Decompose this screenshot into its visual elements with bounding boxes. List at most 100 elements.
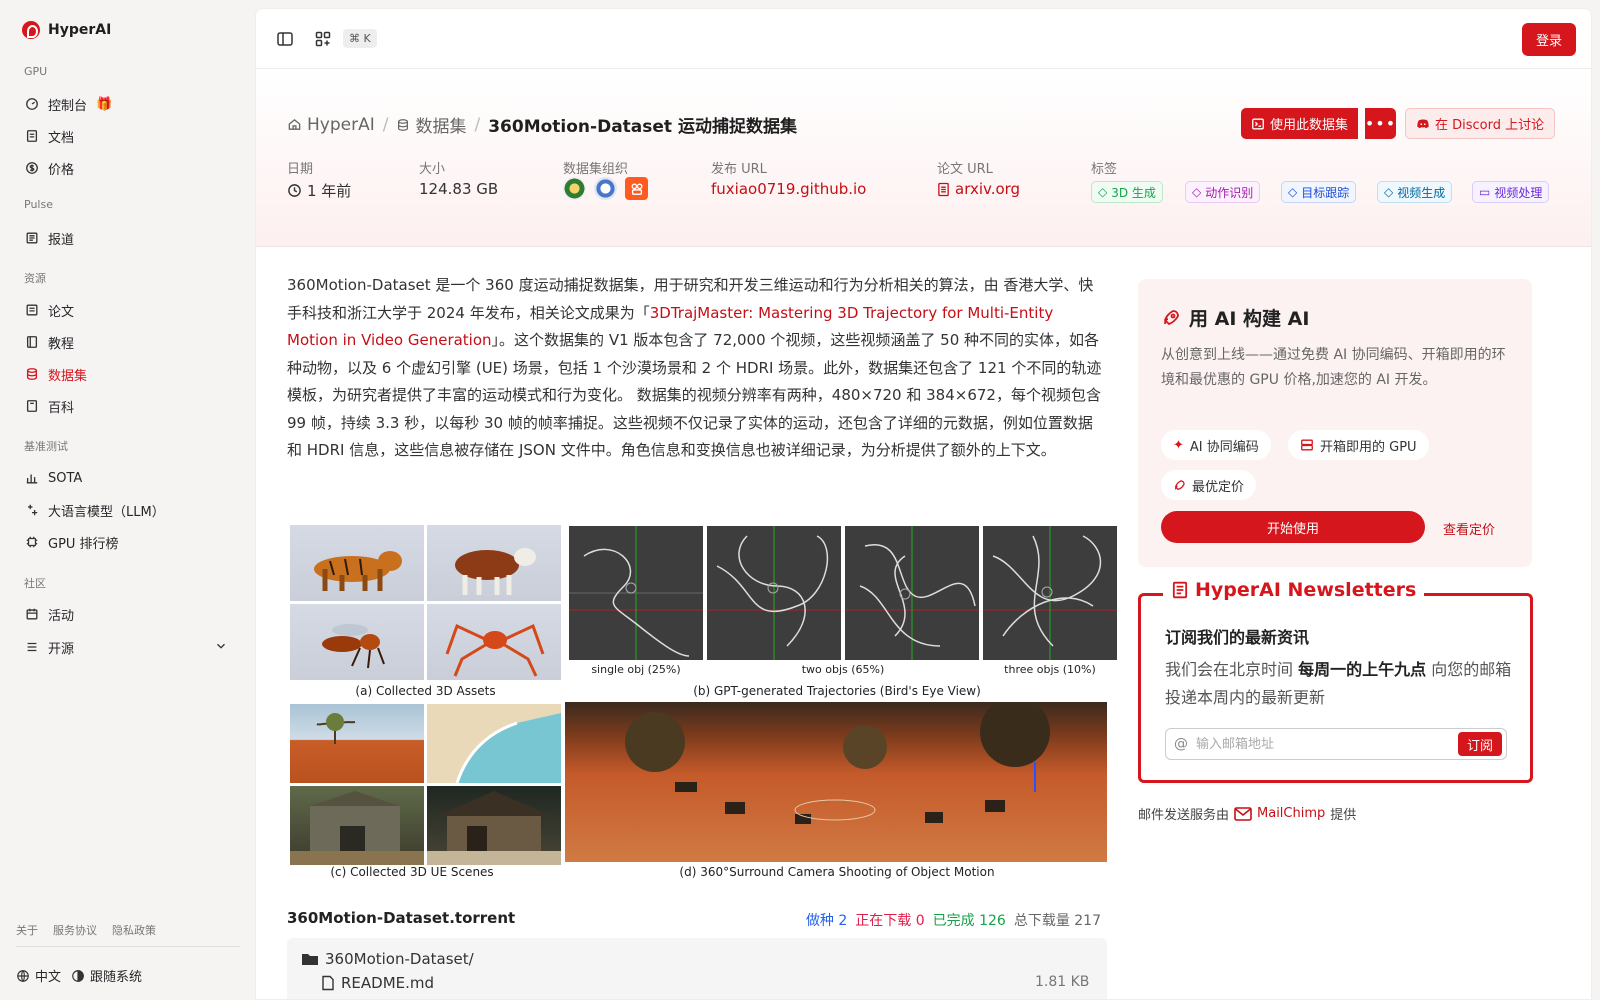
theme-icon: [72, 969, 84, 982]
sidebar-item-pricing[interactable]: 价格: [16, 154, 238, 182]
figure-caption-c: (c) Collected 3D UE Scenes: [330, 865, 494, 879]
breadcrumb: HyperAI / 数据集 / 360Motion-Dataset 运动捕捉数据…: [287, 112, 797, 137]
tag-action-recognition[interactable]: ◇ 动作识别: [1185, 181, 1261, 203]
torrent-stats: 做种 2 正在下载 0 已完成 126 总下载量 217: [806, 910, 1101, 930]
sidebar-item-docs[interactable]: 文档: [16, 122, 238, 150]
sidebar-item-news[interactable]: 报道: [16, 224, 238, 252]
privacy-link[interactable]: 隐私政策: [112, 922, 156, 938]
document-icon: [25, 129, 39, 143]
scene-desert: [290, 704, 424, 783]
get-started-button[interactable]: 开始使用: [1161, 511, 1425, 543]
sidebar-item-label: 数据集: [48, 368, 88, 384]
scene-house: [427, 786, 561, 865]
file-text-icon: [938, 182, 949, 196]
section-benchmarks: 基准测试: [24, 440, 68, 453]
server-icon: [1301, 439, 1313, 451]
toggle-sidebar-button[interactable]: [274, 28, 296, 50]
tag-object-tracking[interactable]: ◇ 目标跟踪: [1281, 181, 1357, 203]
chip-gpu[interactable]: 开箱即用的 GPU: [1288, 430, 1429, 460]
total-downloads: 总下载量 217: [1013, 913, 1101, 929]
chip-best-price[interactable]: 最优定价: [1161, 470, 1257, 500]
sidebar-item-llm[interactable]: 大语言模型（LLM）: [16, 496, 238, 524]
email-field-wrapper: @ 订阅: [1165, 728, 1507, 760]
mailchimp-link[interactable]: MailChimp: [1234, 806, 1325, 821]
tag-3d-generation[interactable]: ◇ 3D 生成: [1091, 181, 1163, 203]
terms-link[interactable]: 服务协议: [53, 922, 97, 938]
scene-beach: [427, 704, 561, 784]
newspaper-icon: [1172, 581, 1188, 599]
ai-card-description: 从创意到上线——通过免费 AI 协同编码、开箱即用的环境和最优惠的 GPU 价格…: [1161, 347, 1506, 388]
about-link[interactable]: 关于: [16, 922, 38, 938]
subscribe-button[interactable]: 订阅: [1457, 732, 1502, 756]
sparkle-icon: ✦: [1173, 437, 1184, 453]
section-pulse: Pulse: [24, 198, 53, 211]
sidebar-item-datasets[interactable]: 数据集: [16, 360, 238, 388]
chevron-down-icon: [214, 639, 228, 657]
breadcrumb-separator: /: [474, 114, 481, 135]
sidebar-item-label: 文档: [48, 130, 75, 146]
tag-video-generation[interactable]: ◇ 视频生成: [1377, 181, 1453, 203]
language-switch[interactable]: 中文: [16, 966, 61, 985]
tag-video-processing[interactable]: ▭ 视频处理: [1472, 181, 1550, 203]
email-field[interactable]: [1196, 736, 1458, 752]
date-label: 日期: [287, 162, 314, 177]
description: 360Motion-Dataset 是一个 360 度运动捕捉数据集，用于研究和…: [287, 272, 1107, 465]
asset-spider: [427, 604, 561, 680]
tag-icon: ◇: [1288, 185, 1298, 199]
file-tree: 360Motion-Dataset/ README.md 1.81 KB: [287, 938, 1107, 999]
breadcrumb-separator: /: [382, 114, 389, 135]
sidebar-divider: [16, 946, 240, 947]
logo[interactable]: HyperAI: [22, 21, 111, 39]
view-pricing-link[interactable]: 查看定价: [1443, 519, 1495, 538]
dataset-figure: (a) Collected 3D Assets single obj (25%)…: [287, 524, 1117, 880]
newsletter-title: HyperAI Newsletters: [1163, 579, 1425, 601]
globe-icon: [17, 969, 29, 982]
app-name: HyperAI: [48, 22, 112, 38]
sparkle-icon: [25, 503, 39, 517]
folder-icon: [302, 954, 318, 965]
sidebar-item-papers[interactable]: 论文: [16, 296, 238, 324]
newsletter-text: 我们会在北京时间 每周一的上午九点 向您的邮箱投递本周内的最新更新: [1165, 660, 1512, 707]
date-value: 1 年前: [287, 180, 351, 201]
sidebar-item-tutorials[interactable]: 教程: [16, 328, 238, 356]
folder-row[interactable]: 360Motion-Dataset/: [301, 950, 474, 968]
theme-switch[interactable]: 跟随系统: [71, 966, 142, 985]
use-dataset-button[interactable]: 使用此数据集: [1241, 108, 1359, 139]
sidebar-item-wiki[interactable]: 百科: [16, 392, 238, 420]
asset-wasp: [290, 604, 424, 680]
file-icon: [322, 975, 334, 991]
sidebar-item-label: 论文: [48, 304, 75, 320]
dollar-icon: [25, 161, 39, 175]
apps-button[interactable]: [312, 28, 334, 50]
notebook-icon: [25, 399, 39, 413]
breadcrumb-home[interactable]: HyperAI: [287, 115, 375, 135]
publish-url-link[interactable]: fuxiao0719.github.io: [711, 180, 866, 198]
login-button[interactable]: 登录: [1521, 23, 1576, 56]
sidebar-item-label: 百科: [48, 400, 75, 416]
sidebar-item-sota[interactable]: SOTA: [16, 464, 238, 492]
discord-button[interactable]: 在 Discord 上讨论: [1405, 108, 1556, 139]
sidebar-item-console[interactable]: 控制台 🎁: [16, 90, 238, 118]
zju-logo-icon[interactable]: [594, 177, 617, 200]
gauge-icon: [25, 97, 39, 111]
chip-ai-coding[interactable]: ✦ AI 协同编码: [1161, 430, 1271, 460]
main-panel: ⌘ K 登录 HyperAI / 数据集 / 360Motion-Dataset…: [255, 8, 1592, 1000]
section-gpu: GPU: [24, 65, 48, 78]
cpu-icon: [25, 535, 39, 549]
breadcrumb-datasets[interactable]: 数据集: [396, 112, 466, 137]
scene-temple: [290, 786, 424, 865]
database-icon: [398, 118, 409, 131]
file-row[interactable]: README.md: [321, 974, 434, 992]
paper-url-link[interactable]: arxiv.org: [937, 180, 1020, 198]
hku-logo-icon[interactable]: [563, 177, 586, 200]
kuaishou-logo-icon[interactable]: [625, 177, 648, 200]
sidebar-item-gpu-leaderboard[interactable]: GPU 排行榜: [16, 528, 238, 556]
subcaption-single: single obj (25%): [591, 663, 681, 676]
sidebar-item-label: 报道: [48, 232, 75, 248]
command-shortcut[interactable]: ⌘ K: [343, 29, 377, 48]
tag-icon: ◇: [1192, 185, 1202, 199]
sidebar-item-opensource[interactable]: 开源: [16, 633, 238, 661]
hyperai-logo-icon: [22, 21, 40, 39]
sidebar-item-events[interactable]: 活动: [16, 600, 238, 628]
more-options-button[interactable]: •••: [1364, 108, 1396, 139]
